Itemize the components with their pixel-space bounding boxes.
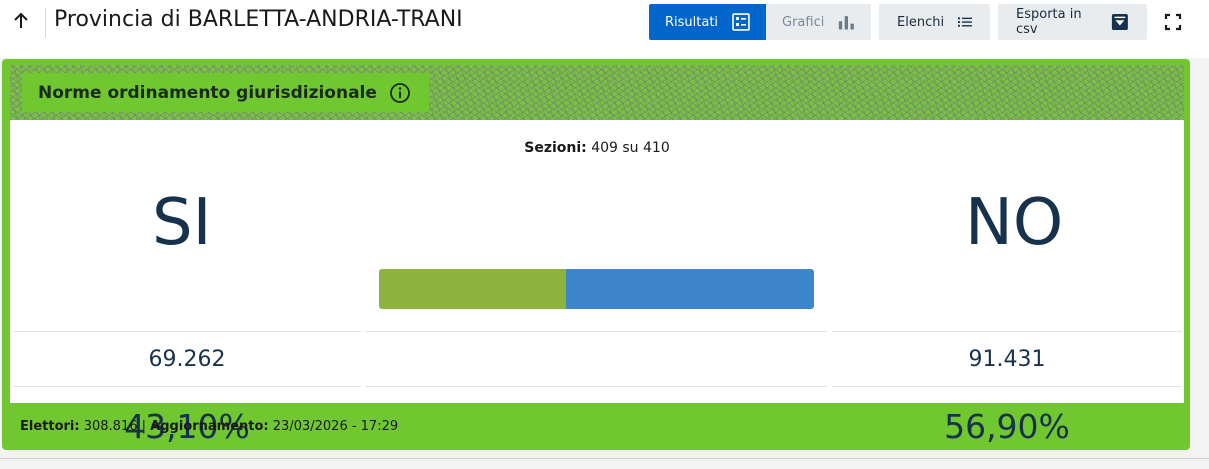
sezioni-counter: Sezioni: 409 su 410 [10, 140, 1184, 156]
row-divider [365, 331, 827, 332]
elettori-label: Elettori: [20, 418, 80, 434]
title-divider [45, 8, 46, 38]
row-divider [832, 386, 1182, 387]
bar-segment-si [379, 269, 567, 309]
tab-risultati-label: Risultati [665, 14, 719, 30]
top-bar: Provincia di BARLETTA-ANDRIA-TRANI Risul… [0, 0, 1209, 58]
elettori-value: 308.816 [83, 418, 138, 434]
bar-chart-icon [839, 16, 855, 30]
footer-separator: | [141, 418, 147, 434]
sezioni-label: Sezioni: [524, 140, 587, 156]
elenchi-label: Elenchi [897, 14, 945, 30]
results-content: Sezioni: 409 su 410 SI NO 69.262 91.431 … [10, 120, 1184, 446]
si-votes: 69.262 [148, 347, 226, 372]
referendum-card: Norme ordinamento giurisdizionale Sezion… [2, 59, 1190, 450]
fullscreen-icon[interactable] [1163, 12, 1183, 32]
row-divider [365, 386, 827, 387]
list-icon [958, 17, 972, 27]
list-details-icon [732, 13, 750, 31]
row-divider [832, 331, 1182, 332]
row-divider [13, 331, 361, 332]
elenchi-button[interactable]: Elenchi [879, 4, 990, 40]
page-title: Provincia di BARLETTA-ANDRIA-TRANI [54, 7, 463, 32]
tab-grafici-label: Grafici [782, 14, 825, 30]
row-divider [13, 386, 361, 387]
referendum-title-badge: Norme ordinamento giurisdizionale [22, 73, 429, 112]
info-icon[interactable] [389, 82, 411, 104]
no-label: NO [965, 186, 1064, 260]
aggiornamento-label: Aggiornamento: [150, 418, 269, 434]
card-footer: Elettori: 308.816 | Aggiornamento: 23/03… [10, 406, 1184, 446]
no-votes: 91.431 [968, 347, 1046, 372]
tab-risultati[interactable]: Risultati [649, 4, 766, 40]
bar-segment-no [566, 269, 814, 309]
card-header-pattern: Norme ordinamento giurisdizionale [10, 65, 1184, 120]
export-csv-label: Esporta in csv [1016, 7, 1082, 37]
export-csv-button[interactable]: Esporta in csv [998, 4, 1147, 40]
sezioni-value: 409 su 410 [591, 140, 670, 156]
si-label: SI [152, 186, 212, 260]
aggiornamento-value: 23/03/2026 - 17:29 [272, 418, 399, 434]
referendum-title: Norme ordinamento giurisdizionale [38, 82, 377, 103]
page-bottom-divider [0, 458, 1209, 459]
back-arrow-button[interactable] [8, 8, 34, 34]
download-icon [1112, 13, 1129, 31]
tab-grafici[interactable]: Grafici [766, 4, 871, 40]
result-bar [379, 269, 814, 309]
arrow-up-icon [14, 12, 28, 28]
view-tabs: Risultati Grafici [649, 4, 871, 40]
